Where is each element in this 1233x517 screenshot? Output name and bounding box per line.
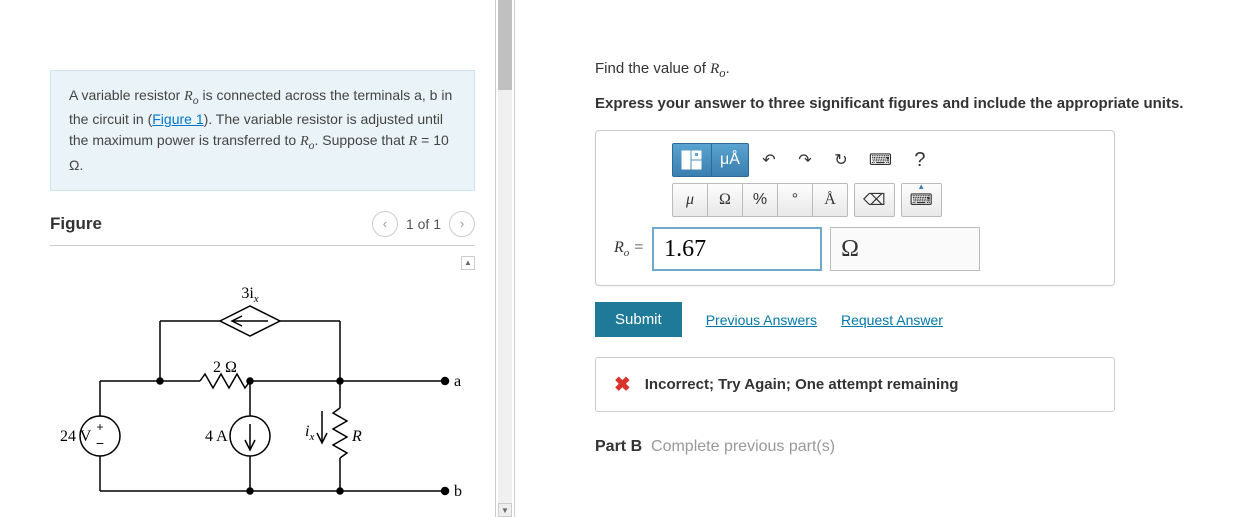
pane-divider[interactable]: ▼ (495, 0, 515, 517)
svg-text:a: a (454, 373, 461, 390)
feedback-text: Incorrect; Try Again; One attempt remain… (645, 376, 959, 393)
figure-nav: ‹ 1 of 1 › (372, 211, 475, 237)
variable-Ro: Ro (300, 134, 314, 149)
divider (50, 245, 475, 246)
feedback-message: ✖ Incorrect; Try Again; One attempt rema… (595, 357, 1115, 412)
degree-button[interactable]: ° (777, 183, 813, 217)
previous-answers-link[interactable]: Previous Answers (706, 312, 817, 328)
problem-statement: A variable resistor Ro is connected acro… (50, 70, 475, 191)
text: A variable resistor (69, 87, 184, 103)
svg-text:−: − (96, 435, 104, 451)
submit-button[interactable]: Submit (595, 302, 682, 337)
angstrom-button[interactable]: Å (812, 183, 848, 217)
answer-widget: μÅ ↶ ↷ ↻ ⌨ ? μ Ω % ° Å ⌫ ⌨ ▲ (595, 130, 1115, 286)
value-input[interactable] (652, 227, 822, 271)
mu-button[interactable]: μ (672, 183, 708, 217)
question-instruction: Express your answer to three significant… (595, 95, 1213, 112)
svg-text:+: + (96, 420, 103, 434)
keyboard-button[interactable]: ⌨ (861, 144, 900, 176)
figure-link[interactable]: Figure 1 (152, 111, 203, 127)
request-answer-link[interactable]: Request Answer (841, 312, 943, 328)
keyboard-toggle-button[interactable]: ⌨ ▲ (901, 183, 942, 217)
omega-button[interactable]: Ω (707, 183, 743, 217)
figure-collapse-button[interactable]: ▲ (461, 256, 475, 270)
templates-button[interactable] (672, 143, 712, 177)
svg-text:2 Ω: 2 Ω (213, 359, 237, 376)
circuit-diagram: + − (50, 276, 470, 506)
scroll-thumb[interactable] (498, 0, 512, 90)
units-button[interactable]: μÅ (711, 143, 749, 177)
variable-R: R (409, 134, 418, 149)
figure-counter: 1 of 1 (406, 216, 441, 232)
unit-input[interactable]: Ω (830, 227, 980, 271)
figure-title: Figure (50, 214, 102, 234)
backspace-button[interactable]: ⌫ (854, 183, 895, 217)
figure-prev-button[interactable]: ‹ (372, 211, 398, 237)
part-b-header: Part B Complete previous part(s) (595, 438, 1213, 456)
svg-text:R: R (351, 428, 362, 445)
undo-button[interactable]: ↶ (753, 144, 785, 176)
answer-label: Ro = (614, 239, 644, 259)
reset-button[interactable]: ↻ (825, 144, 857, 176)
redo-button[interactable]: ↷ (789, 144, 821, 176)
svg-text:24 V: 24 V (60, 428, 92, 445)
svg-text:b: b (454, 483, 462, 500)
variable-Ro: Ro (184, 89, 198, 104)
help-button[interactable]: ? (904, 144, 936, 176)
templates-icon (681, 150, 703, 170)
svg-text:3ix: 3ix (241, 285, 258, 305)
svg-text:ix: ix (305, 423, 314, 443)
incorrect-icon: ✖ (614, 372, 631, 397)
percent-button[interactable]: % (742, 183, 778, 217)
question-prompt: Find the value of Ro. (595, 60, 1213, 81)
text: . Suppose that (314, 132, 408, 148)
svg-text:4 A: 4 A (205, 428, 228, 445)
scroll-down-button[interactable]: ▼ (498, 503, 512, 517)
figure-next-button[interactable]: › (449, 211, 475, 237)
